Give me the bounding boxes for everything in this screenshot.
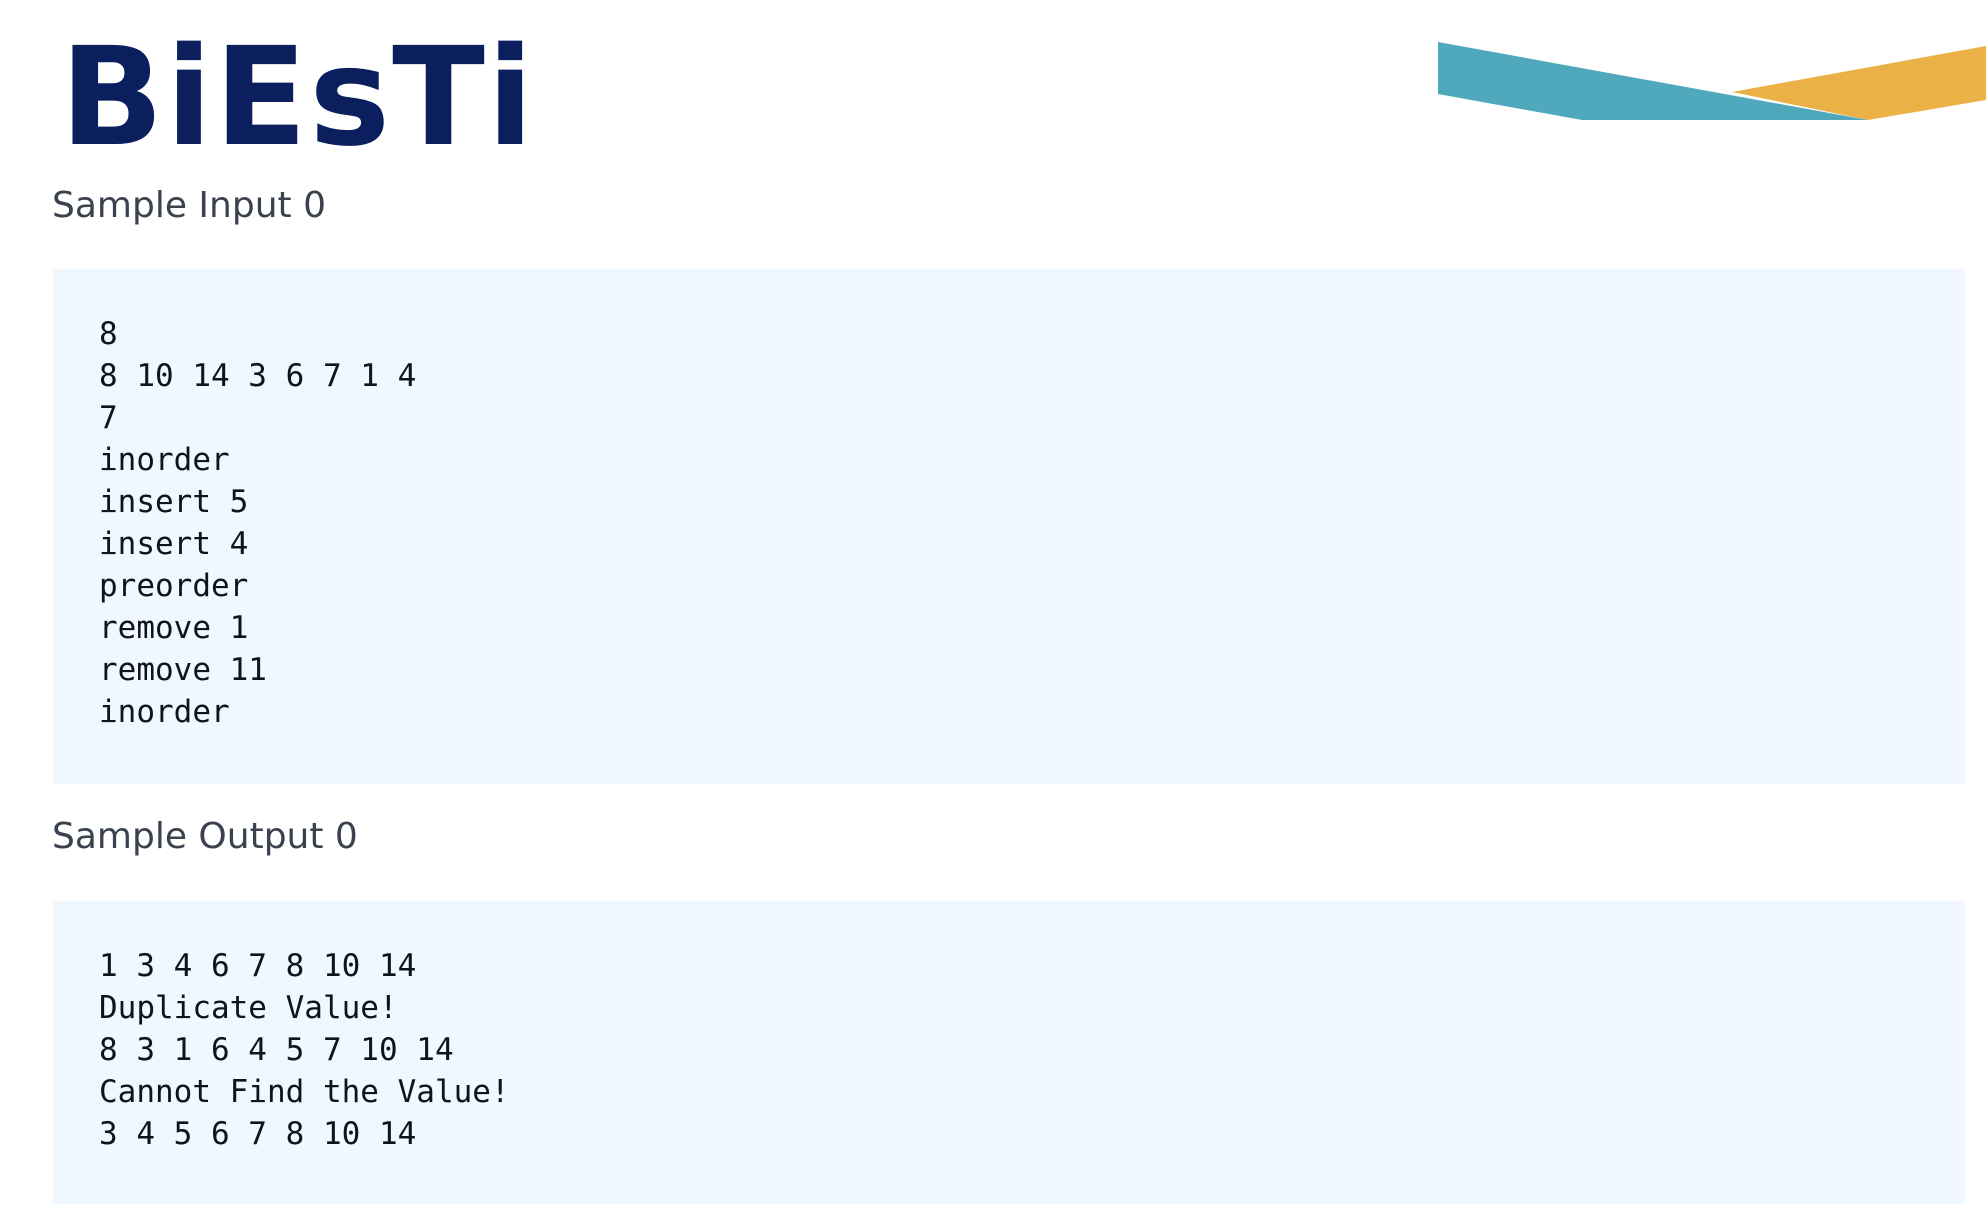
code-line: 8 bbox=[99, 316, 118, 352]
sample-output-code-block: 1 3 4 6 7 8 10 14 Duplicate Value! 8 3 1… bbox=[53, 901, 1965, 1204]
banner-decoration bbox=[1438, 42, 1986, 120]
code-line: 1 3 4 6 7 8 10 14 bbox=[99, 948, 417, 984]
code-line: preorder bbox=[99, 568, 249, 604]
code-line: insert 5 bbox=[99, 484, 249, 520]
code-line: 8 3 1 6 4 5 7 10 14 bbox=[99, 1032, 454, 1068]
code-line: 8 10 14 3 6 7 1 4 bbox=[99, 358, 417, 394]
code-line: 7 bbox=[99, 400, 118, 436]
code-line: remove 11 bbox=[99, 652, 267, 688]
sample-input-heading: Sample Input 0 bbox=[52, 185, 326, 226]
code-line: insert 4 bbox=[99, 526, 249, 562]
code-line: remove 1 bbox=[99, 610, 249, 646]
sample-input-code-block: 8 8 10 14 3 6 7 1 4 7 inorder insert 5 i… bbox=[53, 269, 1965, 784]
sample-output-heading: Sample Output 0 bbox=[52, 816, 358, 857]
code-line: inorder bbox=[99, 442, 230, 478]
code-line: Cannot Find the Value! bbox=[99, 1074, 510, 1110]
code-line: inorder bbox=[99, 694, 230, 730]
code-line: 3 4 5 6 7 8 10 14 bbox=[99, 1116, 417, 1152]
code-line: Duplicate Value! bbox=[99, 990, 398, 1026]
biesti-logo: BiEsTi bbox=[60, 19, 536, 177]
